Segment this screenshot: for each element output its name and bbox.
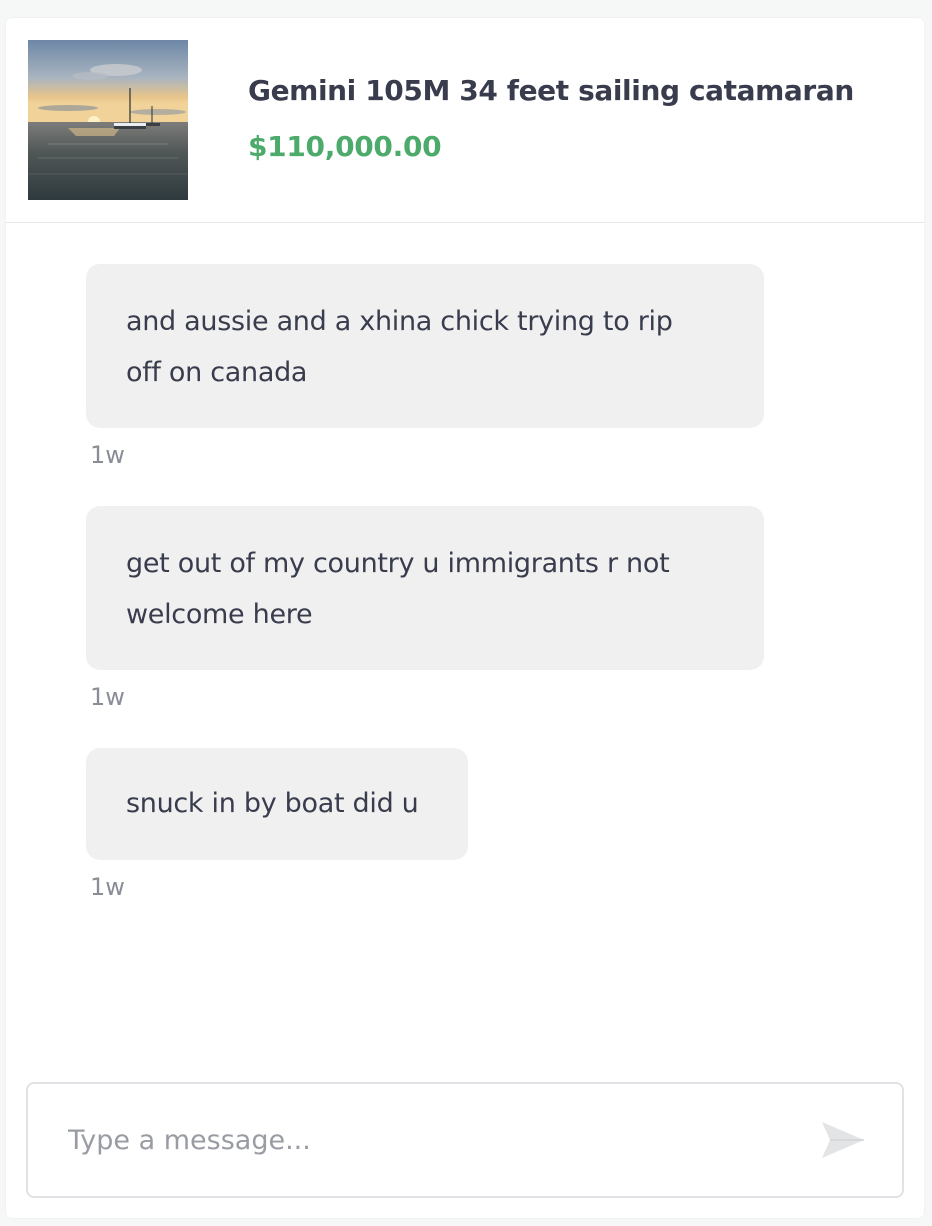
send-button[interactable]	[820, 1120, 866, 1160]
message-timestamp: 1w	[90, 873, 125, 901]
send-icon	[822, 1122, 864, 1158]
message-text-line: and aussie and a xhina chick trying to r…	[126, 306, 673, 337]
message-bubble: get out of my country u immigrants r not…	[86, 506, 764, 670]
message-text-line: get out of my country u immigrants r not	[126, 548, 670, 579]
listing-header[interactable]: Gemini 105M 34 feet sailing catamaran $1…	[6, 18, 924, 223]
message-timestamp: 1w	[90, 441, 125, 469]
message-text-line: off on canada	[126, 357, 308, 388]
message-text-line: snuck in by boat did u	[126, 788, 419, 819]
listing-thumbnail[interactable]	[28, 40, 188, 200]
message-text-line: welcome here	[126, 599, 313, 630]
message-bubble: snuck in by boat did u	[86, 748, 468, 860]
message-composer	[26, 1082, 904, 1198]
message-timestamp: 1w	[90, 683, 125, 711]
listing-title[interactable]: Gemini 105M 34 feet sailing catamaran	[248, 74, 854, 107]
catamaran-sunset-photo	[28, 40, 188, 200]
chat-panel: Gemini 105M 34 feet sailing catamaran $1…	[6, 18, 924, 1218]
message-bubble: and aussie and a xhina chick trying to r…	[86, 264, 764, 428]
listing-price: $110,000.00	[248, 130, 442, 163]
message-input[interactable]	[28, 1084, 798, 1196]
